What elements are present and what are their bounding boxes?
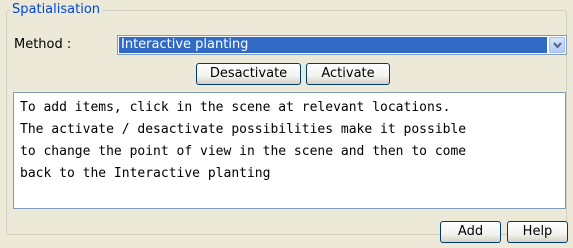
help-button[interactable]: Help xyxy=(507,221,568,243)
dropdown-button[interactable] xyxy=(549,37,565,53)
method-select-value: Interactive planting xyxy=(119,37,547,53)
chevron-down-icon xyxy=(553,42,562,49)
method-label: Method : xyxy=(14,37,72,52)
info-text-area[interactable]: To add items, click in the scene at rele… xyxy=(13,92,566,209)
add-button[interactable]: Add xyxy=(440,221,501,243)
method-select[interactable]: Interactive planting xyxy=(117,35,567,55)
group-title: Spatialisation xyxy=(10,2,103,17)
activate-button[interactable]: Activate xyxy=(306,63,390,85)
desactivate-button[interactable]: Desactivate xyxy=(196,63,301,85)
